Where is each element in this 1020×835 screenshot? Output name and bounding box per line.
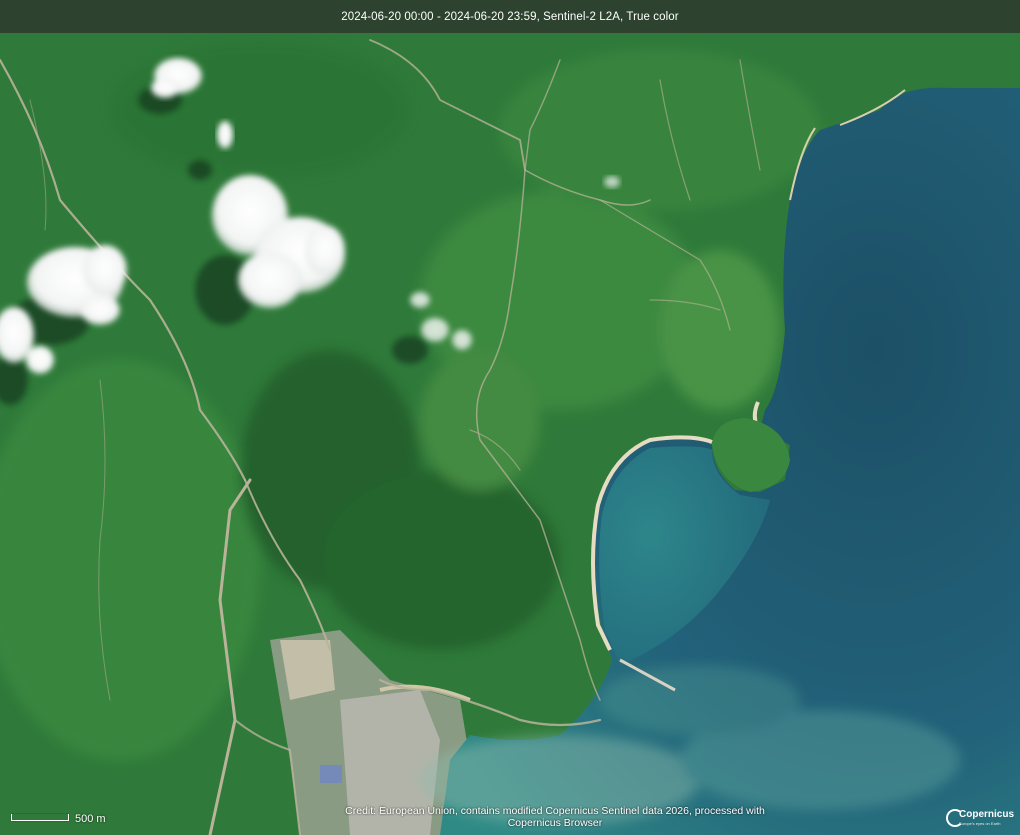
copernicus-logo-text: Copernicus (959, 809, 1015, 820)
copernicus-logo-tagline: Europe's eyes on Earth (959, 821, 1001, 826)
scale-bar-line (11, 814, 69, 821)
scale-bar: 500 m (9, 809, 129, 827)
date-header-bar: 2024-06-20 00:00 - 2024-06-20 23:59, Sen… (0, 0, 1020, 33)
scale-bar-label: 500 m (75, 813, 106, 825)
copernicus-logo: Copernicus Europe's eyes on Earth (946, 807, 1014, 829)
date-layer-title: 2024-06-20 00:00 - 2024-06-20 23:59, Sen… (341, 10, 679, 23)
cloud (604, 176, 620, 188)
credit-line-1: Credit: European Union, contains modifie… (345, 805, 765, 817)
satellite-map[interactable] (0, 0, 1020, 835)
credit-text: Credit: European Union, contains modifie… (335, 805, 775, 829)
credit-line-2: Copernicus Browser (507, 817, 603, 829)
cloud (217, 121, 233, 149)
